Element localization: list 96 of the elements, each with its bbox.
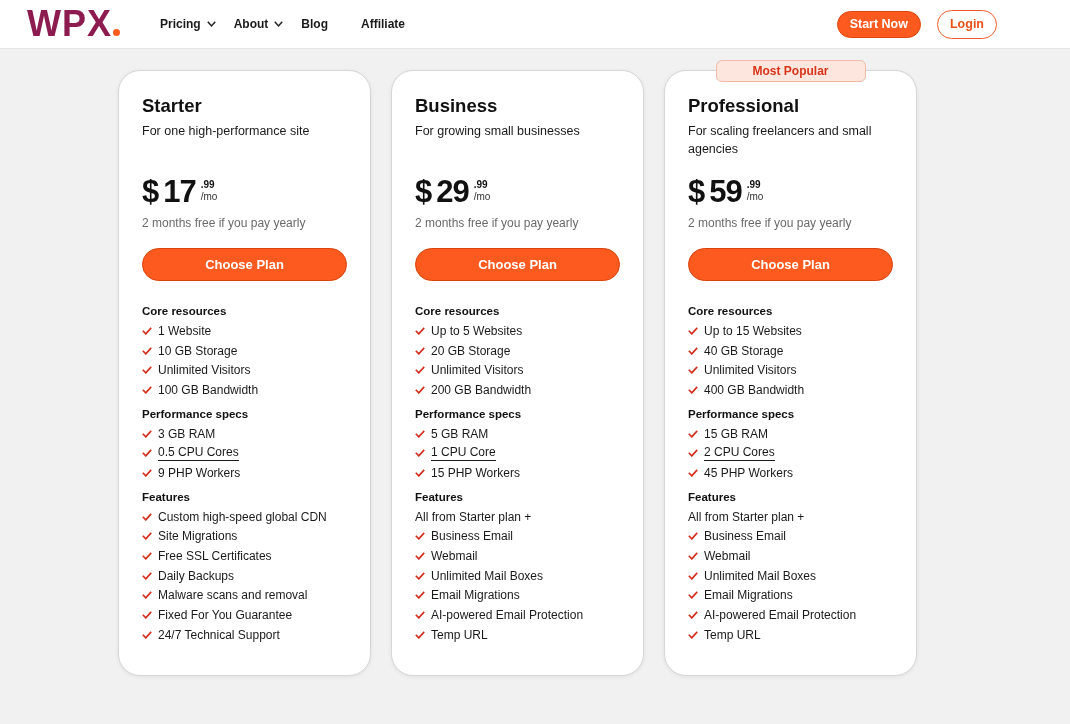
feature-text: 100 GB Bandwidth [158, 381, 259, 398]
feature-text: Email Migrations [431, 587, 520, 604]
check-icon [142, 346, 152, 355]
feature-text: Business Email [704, 528, 787, 545]
feature-text: Temp URL [431, 626, 488, 643]
feature-note: All from Starter plan + [688, 508, 805, 525]
feature-text: Unlimited Visitors [158, 362, 251, 379]
feature-text: Up to 15 Websites [704, 322, 802, 339]
check-icon [688, 429, 698, 438]
section-heading: Performance specs [688, 406, 796, 422]
feature-text: Daily Backups [158, 567, 235, 584]
feature-text: 200 GB Bandwidth [431, 381, 532, 398]
feature-text: Business Email [431, 528, 514, 545]
logo-dot-icon [113, 29, 120, 36]
feature-text: 400 GB Bandwidth [704, 381, 805, 398]
nav-link[interactable]: Pricing [160, 17, 201, 31]
feature-text: Email Migrations [704, 587, 793, 604]
price-currency: $ [142, 174, 160, 210]
price-amount: 29 [436, 174, 469, 210]
feature-text: 45 PHP Workers [704, 464, 793, 481]
feature-text: 24/7 Technical Support [158, 626, 280, 643]
nav-link[interactable]: Affiliate [361, 17, 406, 31]
check-icon [142, 429, 152, 438]
feature-text: 9 PHP Workers [158, 464, 241, 481]
check-icon [688, 591, 698, 600]
feature-link[interactable]: 0.5 CPU Cores [158, 445, 239, 462]
plan-name: Business [415, 95, 499, 117]
check-icon [688, 326, 698, 335]
feature-text: Custom high-speed global CDN [158, 508, 327, 525]
feature-text: Webmail [431, 548, 478, 565]
plan-tagline: For growing small businesses [415, 123, 581, 140]
feature-text: 15 GB RAM [704, 425, 769, 442]
price-period: /mo [746, 190, 764, 204]
login-button[interactable]: Login [937, 9, 997, 39]
feature-text: AI-powered Email Protection [704, 607, 857, 624]
plan-name: Professional [688, 95, 801, 117]
price-period: /mo [200, 190, 218, 204]
feature-text: 15 PHP Workers [431, 464, 520, 481]
feature-text: Webmail [704, 548, 751, 565]
plan-name: Starter [142, 95, 203, 117]
price-currency: $ [415, 174, 433, 210]
feature-text: 10 GB Storage [158, 342, 238, 359]
price-cents: .99 [746, 179, 762, 190]
logo-wordmark[interactable]: WPX [27, 9, 112, 39]
feature-text: Temp URL [704, 626, 761, 643]
feature-link[interactable]: 1 CPU Core [431, 445, 496, 462]
nav-link[interactable]: About [233, 17, 269, 31]
billing-note: 2 months free if you pay yearly [688, 216, 853, 230]
price-cents: .99 [200, 179, 216, 190]
feature-text: Up to 5 Websites [431, 322, 523, 339]
nav-link[interactable]: Blog [301, 17, 329, 31]
price-amount: 17 [163, 174, 196, 210]
billing-note: 2 months free if you pay yearly [415, 216, 580, 230]
check-icon [415, 326, 425, 335]
feature-link[interactable]: 2 CPU Cores [704, 445, 775, 462]
section-heading: Performance specs [415, 406, 523, 422]
popular-badge: Most Popular [715, 60, 866, 82]
price-cents: .99 [473, 179, 489, 190]
feature-text: Free SSL Certificates [158, 548, 272, 565]
section-heading: Features [688, 489, 737, 505]
check-icon [415, 429, 425, 438]
check-icon [415, 591, 425, 600]
billing-note: 2 months free if you pay yearly [142, 216, 307, 230]
check-icon [142, 512, 152, 521]
feature-text: Fixed For You Guarantee [158, 607, 293, 624]
feature-text: Malware scans and removal [158, 587, 308, 604]
section-heading: Core resources [415, 304, 501, 319]
check-icon [142, 532, 152, 541]
plan-tagline: For scaling freelancers and small agencies [688, 123, 873, 158]
feature-text: Unlimited Visitors [704, 362, 797, 379]
feature-text: 1 Website [158, 322, 212, 339]
check-icon [688, 346, 698, 355]
section-heading: Features [415, 489, 464, 505]
check-icon [415, 532, 425, 541]
plan-tagline: For one high-performance site [142, 123, 311, 140]
section-heading: Core resources [688, 304, 774, 319]
check-icon [688, 532, 698, 541]
price-period: /mo [473, 190, 491, 204]
feature-text: 3 GB RAM [158, 425, 216, 442]
feature-text: Unlimited Visitors [431, 362, 524, 379]
feature-text: Site Migrations [158, 528, 238, 545]
feature-text: Unlimited Mail Boxes [431, 567, 544, 584]
feature-text: 20 GB Storage [431, 342, 511, 359]
section-heading: Core resources [142, 304, 228, 319]
feature-text: 5 GB RAM [431, 425, 489, 442]
price-amount: 59 [709, 174, 742, 210]
feature-note: All from Starter plan + [415, 508, 532, 525]
feature-text: Unlimited Mail Boxes [704, 567, 817, 584]
section-heading: Features [142, 489, 191, 505]
feature-text: 40 GB Storage [704, 342, 784, 359]
price-currency: $ [688, 174, 706, 210]
feature-text: AI-powered Email Protection [431, 607, 584, 624]
check-icon [415, 346, 425, 355]
check-icon [142, 591, 152, 600]
section-heading: Performance specs [142, 406, 250, 422]
check-icon [142, 326, 152, 335]
